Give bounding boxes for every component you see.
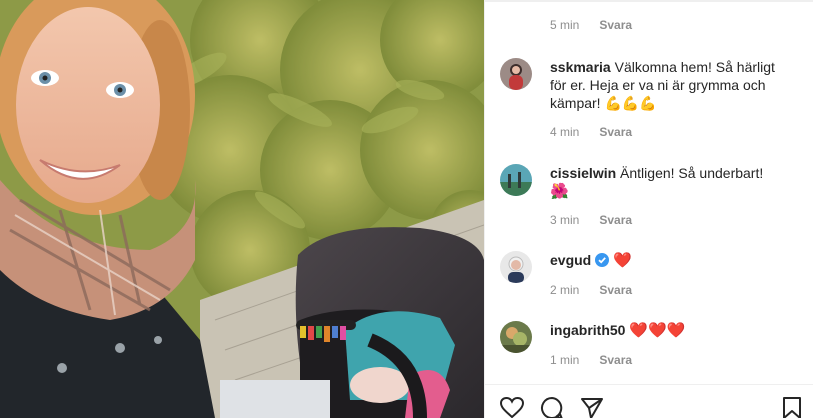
comment-meta: 4 min Svara bbox=[550, 125, 632, 139]
comment-body: evgud ❤️ bbox=[550, 251, 795, 269]
red-heart-emoji: ❤️❤️❤️ bbox=[629, 321, 686, 339]
hibiscus-emoji: 🌺 bbox=[550, 182, 569, 200]
comment-username[interactable]: evgud bbox=[550, 252, 591, 268]
avatar[interactable] bbox=[500, 164, 532, 196]
comment-username[interactable]: sskmaria bbox=[550, 59, 611, 75]
comment-time: 5 min bbox=[550, 18, 580, 32]
comment-username[interactable]: cissielwin bbox=[550, 165, 616, 181]
post-photo[interactable] bbox=[0, 0, 484, 418]
verified-badge-icon bbox=[595, 253, 610, 267]
reply-button[interactable]: Svara bbox=[599, 18, 632, 32]
reply-button[interactable]: Svara bbox=[599, 213, 632, 227]
reply-button[interactable]: Svara bbox=[599, 125, 632, 139]
comment-username[interactable]: ingabrith50 bbox=[550, 322, 625, 338]
avatar[interactable] bbox=[500, 58, 532, 90]
red-heart-emoji: ❤️ bbox=[613, 251, 632, 269]
reply-button[interactable]: Svara bbox=[599, 283, 632, 297]
instagram-post-view: 5 min Svara sskmaria Välkomna hem! Så hä… bbox=[0, 0, 813, 418]
comment-meta: 2 min Svara bbox=[550, 283, 632, 297]
reply-button[interactable]: Svara bbox=[599, 353, 632, 367]
comment-meta: 1 min Svara bbox=[550, 353, 632, 367]
divider bbox=[485, 0, 813, 2]
comment-meta: 3 min Svara bbox=[550, 213, 632, 227]
comments-panel: 5 min Svara sskmaria Välkomna hem! Så hä… bbox=[484, 0, 813, 418]
comment-time: 1 min bbox=[550, 353, 580, 367]
bookmark-icon[interactable] bbox=[779, 395, 805, 418]
comment-bubble-icon[interactable] bbox=[539, 395, 565, 418]
comment-body: sskmaria Välkomna hem! Så härligt för er… bbox=[550, 58, 795, 113]
comment-time: 3 min bbox=[550, 213, 580, 227]
avatar[interactable] bbox=[500, 321, 532, 353]
selfie-with-stroller-image bbox=[0, 0, 484, 418]
comment-time: 2 min bbox=[550, 283, 580, 297]
comment-meta: 5 min Svara bbox=[550, 18, 632, 32]
post-action-bar bbox=[485, 384, 813, 418]
comment-body: ingabrith50 ❤️❤️❤️ bbox=[550, 321, 795, 339]
comment-time: 4 min bbox=[550, 125, 580, 139]
heart-outline-icon[interactable] bbox=[499, 395, 525, 418]
flexed-biceps-emoji: 💪💪💪 bbox=[604, 96, 657, 112]
comment-text: Äntligen! Så underbart! bbox=[620, 165, 764, 181]
paper-plane-icon[interactable] bbox=[579, 395, 605, 418]
comment-body: cissielwin Äntligen! Så underbart! 🌺 bbox=[550, 164, 795, 200]
avatar[interactable] bbox=[500, 251, 532, 283]
